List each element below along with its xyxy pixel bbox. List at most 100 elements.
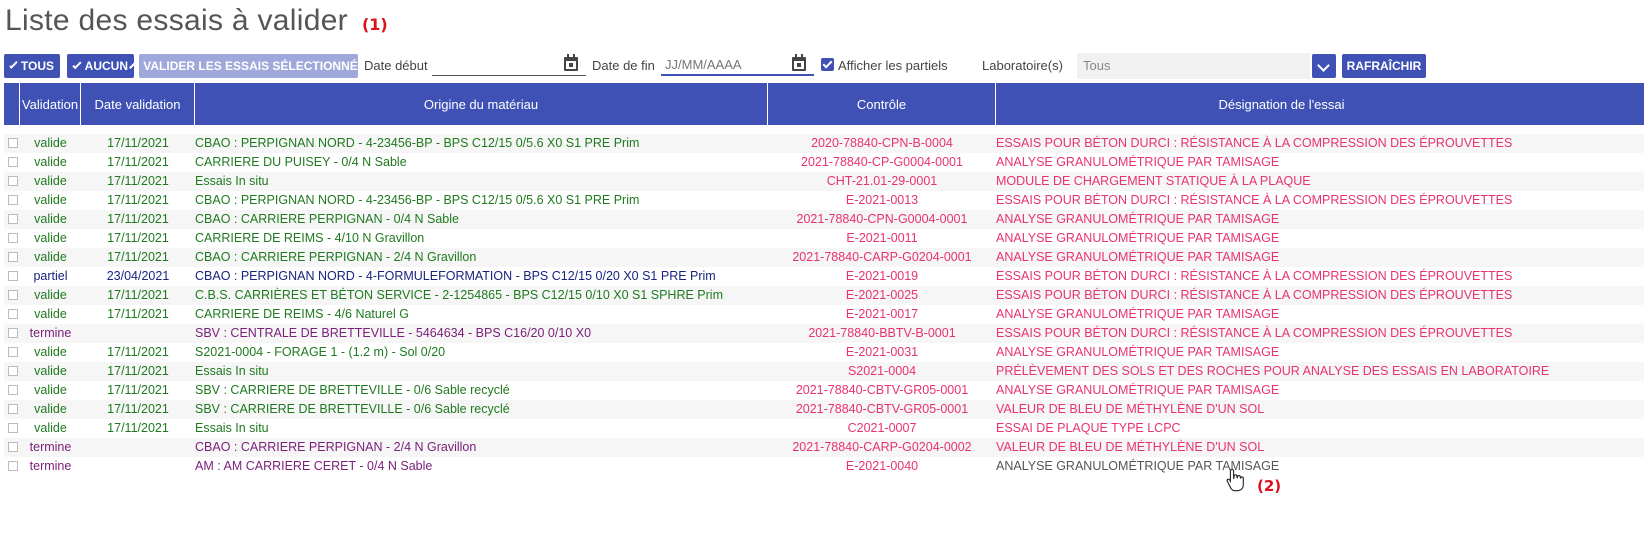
cell-validation: valide [34, 155, 67, 169]
header-control-label: Contrôle [856, 96, 907, 112]
start-date-input[interactable] [432, 54, 560, 75]
row-checkbox[interactable] [8, 423, 18, 433]
cell-validation: valide [34, 212, 67, 226]
chevron-down-icon [9, 59, 18, 69]
cell-control: 2021-78840-CARP-G0204-0002 [792, 440, 972, 454]
cell-date-validation: 17/11/2021 [107, 383, 169, 397]
cell-control: 2021-78840-CBTV-GR05-0001 [795, 383, 969, 397]
laboratory-select-value: Tous [1083, 58, 1111, 73]
row-checkbox[interactable] [8, 442, 18, 452]
laboratory-select[interactable]: Tous [1077, 53, 1310, 79]
cell-control: E-2021-0013 [845, 193, 919, 207]
select-none-label: AUCUN [84, 59, 128, 73]
cell-control: 2021-78840-CARP-G0204-0001 [792, 250, 972, 264]
start-date-field[interactable] [432, 54, 586, 76]
cell-control: 2021-78840-CP-G0004-0001 [801, 155, 963, 169]
row-checkbox[interactable] [8, 195, 18, 205]
cell-date-validation: 17/11/2021 [107, 250, 169, 264]
annotation-marker-1: (1) [361, 15, 388, 34]
cell-validation: valide [34, 364, 67, 378]
row-checkbox[interactable] [8, 385, 18, 395]
cell-control: E-2021-0040 [845, 459, 919, 473]
table-row[interactable]: valide 17/11/2021 CARRIERE DU PUISEY - 0/4… [4, 153, 1644, 172]
cell-control: E-2021-0019 [845, 269, 919, 283]
table-row[interactable]: valide 17/11/2021 CBAO : CARRIERE PERPIGNA… [4, 248, 1644, 267]
table-row[interactable]: valide 17/11/2021 Essais In situ S2021-0004… [4, 362, 1644, 381]
end-date-field[interactable] [661, 54, 814, 76]
table-row[interactable]: valide 17/11/2021 SBV : CARRIERE DE BRETTE… [4, 400, 1644, 419]
header-origin[interactable]: Origine du matériau [195, 83, 768, 125]
table-row[interactable]: valide 17/11/2021 SBV : CARRIERE DE BRETTE… [4, 381, 1644, 400]
table-row[interactable]: valide 17/11/2021 CARRIERE DE REIMS - 4/10… [4, 229, 1644, 248]
row-checkbox[interactable] [8, 271, 18, 281]
chevron-down-icon [72, 59, 82, 69]
end-date-input[interactable] [661, 54, 789, 75]
row-checkbox[interactable] [8, 252, 18, 262]
select-all-label: TOUS [20, 59, 54, 73]
row-checkbox[interactable] [8, 328, 18, 338]
table-row[interactable]: termine CBAO : CARRIERE PERPIGNAN - 2/4 N… [4, 438, 1644, 457]
row-checkbox[interactable] [8, 347, 18, 357]
cell-origin: CARRIERE DU PUISEY - 0/4 N Sable [195, 155, 407, 169]
cell-date-validation: 17/11/2021 [107, 155, 169, 169]
cell-validation: termine [29, 440, 72, 454]
cell-date-validation: 17/11/2021 [107, 288, 169, 302]
table-row[interactable]: termine SBV : CENTRALE DE BRETTEVILLE - 5… [4, 324, 1644, 343]
row-checkbox[interactable] [8, 461, 18, 471]
row-checkbox[interactable] [8, 404, 18, 414]
calendar-icon[interactable] [792, 54, 806, 71]
cell-date-validation: 17/11/2021 [107, 174, 169, 188]
cell-designation: ESSAIS POUR BÉTON DURCI : RÉSISTANCE À L… [996, 288, 1513, 302]
refresh-label: RAFRAÎCHIR [1346, 59, 1422, 73]
table-row[interactable]: termine AM : AM CARRIERE CERET - 0/4 N Sa… [4, 457, 1644, 476]
laboratory-dropdown-button[interactable] [1312, 54, 1336, 78]
cell-date-validation: 17/11/2021 [107, 231, 169, 245]
row-checkbox[interactable] [8, 309, 18, 319]
row-checkbox[interactable] [8, 157, 18, 167]
cell-control: E-2021-0031 [845, 345, 919, 359]
header-validation[interactable]: Validation [20, 83, 81, 125]
cell-designation: ANALYSE GRANULOMÉTRIQUE PAR TAMISAGE [996, 231, 1280, 245]
table-row[interactable]: valide 17/11/2021 C.B.S. CARRIÈRES ET BÉTO… [4, 286, 1644, 305]
cell-control: S2021-0004 [847, 364, 917, 378]
row-checkbox[interactable] [8, 176, 18, 186]
row-checkbox[interactable] [8, 233, 18, 243]
row-checkbox[interactable] [8, 290, 18, 300]
cell-origin: Essais In situ [195, 364, 269, 378]
row-checkbox[interactable] [8, 214, 18, 224]
row-checkbox[interactable] [8, 366, 18, 376]
header-validation-label: Validation [21, 96, 79, 112]
select-none-button[interactable]: AUCUN [67, 54, 134, 78]
cell-designation: VALEUR DE BLEU DE MÉTHYLÈNE D'UN SOL [996, 402, 1265, 416]
cell-designation: ESSAIS POUR BÉTON DURCI : RÉSISTANCE À L… [996, 136, 1513, 150]
cell-validation: valide [34, 250, 67, 264]
cell-validation: termine [29, 326, 72, 340]
header-date-validation[interactable]: Date validation [81, 83, 195, 125]
table-row[interactable]: valide 17/11/2021 CBAO : PERPIGNAN NORD - … [4, 134, 1644, 153]
row-checkbox[interactable] [8, 138, 18, 148]
table-row[interactable]: valide 17/11/2021 Essais In situ C2021-0007… [4, 419, 1644, 438]
cell-designation: ESSAIS POUR BÉTON DURCI : RÉSISTANCE À L… [996, 193, 1513, 207]
cell-origin: CBAO : PERPIGNAN NORD - 4-23456-BP - BPS… [195, 193, 640, 207]
show-partial-checkbox[interactable] [821, 58, 834, 71]
table-row[interactable]: valide 17/11/2021 Essais In situ CHT-21.01-… [4, 172, 1644, 191]
table-row[interactable]: valide 17/11/2021 CBAO : CARRIERE PERPIGNA… [4, 210, 1644, 229]
header-select-column[interactable] [4, 83, 20, 125]
table-row[interactable]: valide 17/11/2021 CBAO : PERPIGNAN NORD - … [4, 191, 1644, 210]
select-all-button[interactable]: TOUS [4, 54, 60, 78]
cell-validation: termine [29, 459, 72, 473]
cell-validation: partiel [33, 269, 68, 283]
header-date-label: Date validation [94, 96, 181, 112]
table-row[interactable]: partiel 23/04/2021 CBAO : PERPIGNAN NORD -… [4, 267, 1644, 286]
show-partial-label[interactable]: Afficher les partiels [838, 58, 948, 73]
cell-designation: MODULE DE CHARGEMENT STATIQUE À LA PLAQU… [996, 174, 1311, 188]
calendar-icon[interactable] [564, 54, 578, 71]
table-row[interactable]: valide 17/11/2021 CARRIERE DE REIMS - 4/6 … [4, 305, 1644, 324]
cell-date-validation: 17/11/2021 [107, 345, 169, 359]
cell-validation: valide [34, 345, 67, 359]
table-row[interactable]: valide 17/11/2021 S2021-0004 - FORAGE 1 - … [4, 343, 1644, 362]
refresh-button[interactable]: RAFRAÎCHIR [1342, 54, 1426, 78]
header-control[interactable]: Contrôle [768, 83, 996, 125]
validate-selected-button[interactable]: VALIDER LES ESSAIS SÉLECTIONNÉS [129, 54, 366, 78]
header-designation[interactable]: Désignation de l'essai [996, 83, 1567, 125]
